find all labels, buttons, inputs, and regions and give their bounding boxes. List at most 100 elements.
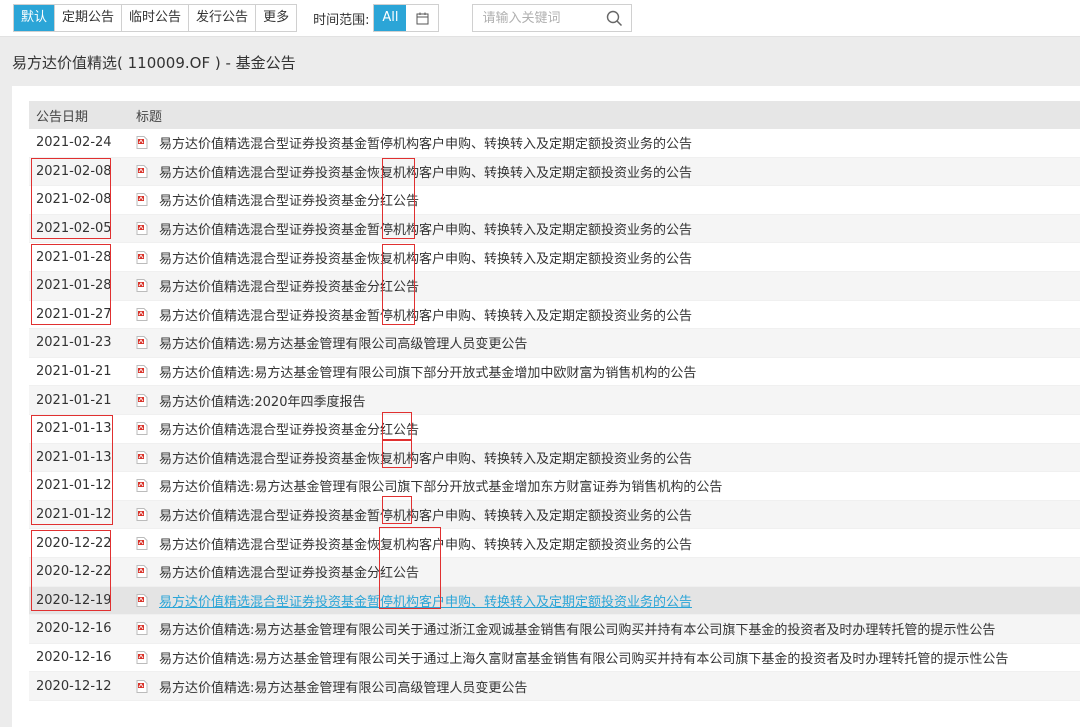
table-row: 2020-12-16 易方达价值精选:易方达基金管理有限公司关于通过浙江金观诚基金… xyxy=(29,615,1080,644)
tab-periodic[interactable]: 定期公告 xyxy=(55,5,123,31)
announcement-date: 2021-01-23 xyxy=(36,335,112,351)
announcement-title-link[interactable]: 易方达价值精选混合型证券投资基金暂停机构客户申购、转换转入及定期定额投资业务的公… xyxy=(159,505,692,524)
pdf-icon[interactable] xyxy=(136,422,148,436)
column-header-date: 公告日期 xyxy=(36,109,89,125)
announcement-title-link[interactable]: 易方达价值精选混合型证券投资基金暂停机构客户申购、转换转入及定期定额投资业务的公… xyxy=(159,133,692,152)
pdf-icon[interactable] xyxy=(136,222,148,236)
filter-toolbar: 默认 定期公告 临时公告 发行公告 更多 时间范围: All xyxy=(0,0,1080,37)
announcement-date: 2021-02-24 xyxy=(36,135,112,151)
announcement-date: 2021-01-12 xyxy=(36,478,112,494)
announcement-date: 2020-12-22 xyxy=(36,564,112,580)
pdf-icon[interactable] xyxy=(136,650,148,664)
announcement-date: 2020-12-16 xyxy=(36,621,112,637)
table-row: 2021-02-08 易方达价值精选混合型证券投资基金分红公告 xyxy=(29,186,1080,215)
table-row: 2020-12-12 易方达价值精选:易方达基金管理有限公司高级管理人员变更公告 xyxy=(29,672,1080,701)
pdf-icon[interactable] xyxy=(136,336,148,350)
announcement-title-link[interactable]: 易方达价值精选混合型证券投资基金分红公告 xyxy=(159,276,419,295)
table-header: 公告日期 标题 xyxy=(29,101,1080,129)
table-row: 2021-01-13 易方达价值精选混合型证券投资基金恢复机构客户申购、转换转入及… xyxy=(29,443,1080,473)
announcement-title-link[interactable]: 易方达价值精选:易方达基金管理有限公司高级管理人员变更公告 xyxy=(159,677,527,696)
pdf-icon[interactable] xyxy=(136,508,148,522)
announcement-date: 2021-02-08 xyxy=(36,163,112,179)
announcement-title-link[interactable]: 易方达价值精选:易方达基金管理有限公司高级管理人员变更公告 xyxy=(159,333,527,352)
announcement-title-link[interactable]: 易方达价值精选:易方达基金管理有限公司关于通过浙江金观诚基金销售有限公司购买并持… xyxy=(159,619,995,638)
announcement-title-link[interactable]: 易方达价值精选:2020年四季度报告 xyxy=(159,391,365,410)
pdf-icon[interactable] xyxy=(136,565,148,579)
announcement-title-link[interactable]: 易方达价值精选混合型证券投资基金分红公告 xyxy=(159,562,419,581)
announcement-title-link[interactable]: 易方达价值精选混合型证券投资基金暂停机构客户申购、转换转入及定期定额投资业务的公… xyxy=(159,219,692,238)
tab-default[interactable]: 默认 xyxy=(14,5,56,31)
pdf-icon[interactable] xyxy=(136,622,148,636)
table-row: 2021-01-21 易方达价值精选:2020年四季度报告 xyxy=(29,386,1080,415)
pdf-icon[interactable] xyxy=(136,250,148,264)
announcement-date: 2020-12-16 xyxy=(36,649,112,665)
table-row: 2021-02-08 易方达价值精选混合型证券投资基金恢复机构客户申购、转换转入及… xyxy=(29,157,1080,187)
announcement-title-link[interactable]: 易方达价值精选:易方达基金管理有限公司旗下部分开放式基金增加中欧财富为销售机构的… xyxy=(159,362,696,381)
time-range-group: All xyxy=(373,4,440,32)
pdf-icon[interactable] xyxy=(136,164,148,178)
table-row: 2021-01-21 易方达价值精选:易方达基金管理有限公司旗下部分开放式基金增加… xyxy=(29,358,1080,387)
column-header-title: 标题 xyxy=(136,109,163,125)
announcement-title-link[interactable]: 易方达价值精选:易方达基金管理有限公司关于通过上海久富财富基金销售有限公司购买并… xyxy=(159,648,1008,667)
announcement-date: 2020-12-22 xyxy=(36,535,112,551)
announcement-title-link[interactable]: 易方达价值精选混合型证券投资基金恢复机构客户申购、转换转入及定期定额投资业务的公… xyxy=(159,248,692,267)
announcement-panel: 公告日期 标题 2021-02-24 易方达价值精选混合型证券投资基金暂停机构客户… xyxy=(12,86,1080,727)
announcement-list: 2021-02-24 易方达价值精选混合型证券投资基金暂停机构客户申购、转换转入及… xyxy=(29,129,1080,701)
table-row: 2020-12-22 易方达价值精选混合型证券投资基金恢复机构客户申购、转换转入及… xyxy=(29,529,1080,558)
calendar-icon xyxy=(416,12,429,24)
tab-issuance[interactable]: 发行公告 xyxy=(189,5,257,31)
pdf-icon[interactable] xyxy=(136,593,148,607)
announcement-title-link[interactable]: 易方达价值精选混合型证券投资基金恢复机构客户申购、转换转入及定期定额投资业务的公… xyxy=(159,448,692,467)
table-row: 2021-02-05 易方达价值精选混合型证券投资基金暂停机构客户申购、转换转入及… xyxy=(29,214,1080,244)
tab-more[interactable]: 更多 xyxy=(256,5,297,31)
table-row: 2021-01-28 易方达价值精选混合型证券投资基金分红公告 xyxy=(29,271,1080,301)
tab-temporary[interactable]: 临时公告 xyxy=(122,5,190,31)
announcement-date: 2021-01-21 xyxy=(36,392,112,408)
pdf-icon[interactable] xyxy=(136,307,148,321)
announcement-title-link[interactable]: 易方达价值精选混合型证券投资基金暂停机构客户申购、转换转入及定期定额投资业务的公… xyxy=(159,591,692,610)
pdf-icon[interactable] xyxy=(136,393,148,407)
table-row: 2021-01-12 易方达价值精选混合型证券投资基金暂停机构客户申购、转换转入及… xyxy=(29,500,1080,530)
pdf-icon[interactable] xyxy=(136,536,148,550)
announcement-type-tabs: 默认 定期公告 临时公告 发行公告 更多 xyxy=(13,4,298,32)
announcement-title-link[interactable]: 易方达价值精选混合型证券投资基金恢复机构客户申购、转换转入及定期定额投资业务的公… xyxy=(159,534,692,553)
table-row: 2021-01-12 易方达价值精选:易方达基金管理有限公司旗下部分开放式基金增加… xyxy=(29,472,1080,501)
table-row: 2021-02-24 易方达价值精选混合型证券投资基金暂停机构客户申购、转换转入及… xyxy=(29,129,1080,158)
announcement-title-link[interactable]: 易方达价值精选混合型证券投资基金暂停机构客户申购、转换转入及定期定额投资业务的公… xyxy=(159,305,692,324)
table-row: 2021-01-13 易方达价值精选混合型证券投资基金分红公告 xyxy=(29,415,1080,444)
announcement-title-link[interactable]: 易方达价值精选:易方达基金管理有限公司旗下部分开放式基金增加东方财富证券为销售机… xyxy=(159,476,722,495)
table-row: 2020-12-22 易方达价值精选混合型证券投资基金分红公告 xyxy=(29,557,1080,587)
pdf-icon[interactable] xyxy=(136,136,148,150)
table-row: 2021-01-28 易方达价值精选混合型证券投资基金恢复机构客户申购、转换转入及… xyxy=(29,243,1080,272)
pdf-icon[interactable] xyxy=(136,365,148,379)
announcement-date: 2021-02-08 xyxy=(36,192,112,208)
search-input[interactable] xyxy=(482,10,607,26)
table-row: 2021-01-23 易方达价值精选:易方达基金管理有限公司高级管理人员变更公告 xyxy=(29,329,1080,358)
pdf-icon[interactable] xyxy=(136,679,148,693)
table-row: 2020-12-16 易方达价值精选:易方达基金管理有限公司关于通过上海久富财富基… xyxy=(29,644,1080,673)
table-row: 2020-12-19 易方达价值精选混合型证券投资基金暂停机构客户申购、转换转入及… xyxy=(29,586,1080,616)
announcement-date: 2021-01-12 xyxy=(36,507,112,523)
page-title: 易方达价值精选( 110009.OF ) - 基金公告 xyxy=(12,54,296,72)
announcement-date: 2021-01-21 xyxy=(36,364,112,380)
announcement-date: 2020-12-12 xyxy=(36,678,112,694)
calendar-button[interactable] xyxy=(406,5,439,31)
announcement-date: 2021-02-05 xyxy=(36,221,112,237)
announcement-title-link[interactable]: 易方达价值精选混合型证券投资基金分红公告 xyxy=(159,190,419,209)
time-range-label: 时间范围: xyxy=(313,12,370,28)
announcement-title-link[interactable]: 易方达价值精选混合型证券投资基金恢复机构客户申购、转换转入及定期定额投资业务的公… xyxy=(159,162,692,181)
search-box xyxy=(472,4,633,32)
announcement-date: 2021-01-28 xyxy=(36,249,112,265)
time-all-button[interactable]: All xyxy=(374,5,407,31)
announcement-date: 2021-01-13 xyxy=(36,449,112,465)
search-icon[interactable] xyxy=(606,10,623,27)
pdf-icon[interactable] xyxy=(136,193,148,207)
announcement-date: 2021-01-13 xyxy=(36,421,112,437)
pdf-icon[interactable] xyxy=(136,479,148,493)
pdf-icon[interactable] xyxy=(136,279,148,293)
announcement-date: 2020-12-19 xyxy=(36,592,112,608)
announcement-title-link[interactable]: 易方达价值精选混合型证券投资基金分红公告 xyxy=(159,419,419,438)
announcement-date: 2021-01-28 xyxy=(36,278,112,294)
pdf-icon[interactable] xyxy=(136,450,148,464)
announcement-date: 2021-01-27 xyxy=(36,306,112,322)
